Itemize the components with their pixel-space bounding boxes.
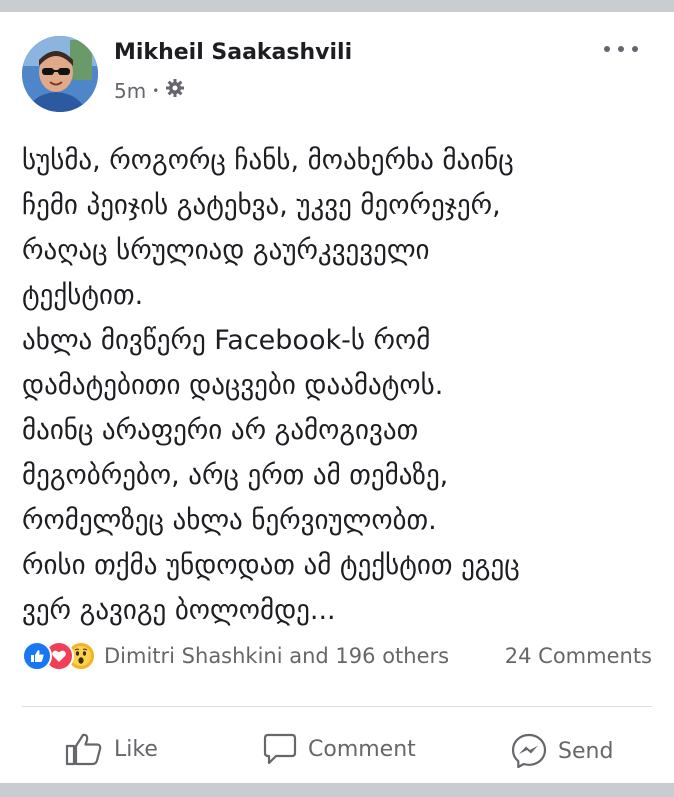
post-time[interactable]: 5m	[114, 79, 146, 103]
post-card: Mikheil Saakashvili 5m • სუსმა, როგორც ჩ…	[0, 12, 674, 783]
like-reaction-icon	[22, 641, 52, 671]
avatar[interactable]	[22, 36, 98, 112]
reaction-names[interactable]: Dimitri Shashkini and 196 others	[104, 644, 449, 668]
thumbs-up-icon	[65, 733, 102, 766]
more-options-icon[interactable]	[604, 38, 638, 60]
post-text: სუსმა, როგორც ჩანს, მოახერხა მაინც ჩემი …	[22, 145, 520, 626]
more-dot	[604, 46, 610, 52]
meta-separator: •	[152, 83, 160, 98]
like-label: Like	[114, 736, 158, 762]
comment-count[interactable]: 24 Comments	[505, 644, 652, 668]
more-dot	[618, 46, 624, 52]
send-label: Send	[558, 738, 614, 764]
more-dot	[632, 46, 638, 52]
like-button[interactable]: Like	[64, 732, 158, 766]
divider	[22, 706, 652, 707]
comment-label: Comment	[308, 736, 416, 762]
reaction-summary[interactable]: Dimitri Shashkini and 196 others	[22, 640, 449, 672]
post-meta: 5m •	[114, 78, 185, 103]
author-name[interactable]: Mikheil Saakashvili	[114, 40, 352, 65]
send-button[interactable]: Send	[510, 732, 613, 770]
comment-button[interactable]: Comment	[262, 732, 416, 766]
messenger-icon	[511, 733, 547, 769]
comment-bubble-icon	[263, 733, 297, 765]
gear-icon[interactable]	[165, 78, 185, 103]
